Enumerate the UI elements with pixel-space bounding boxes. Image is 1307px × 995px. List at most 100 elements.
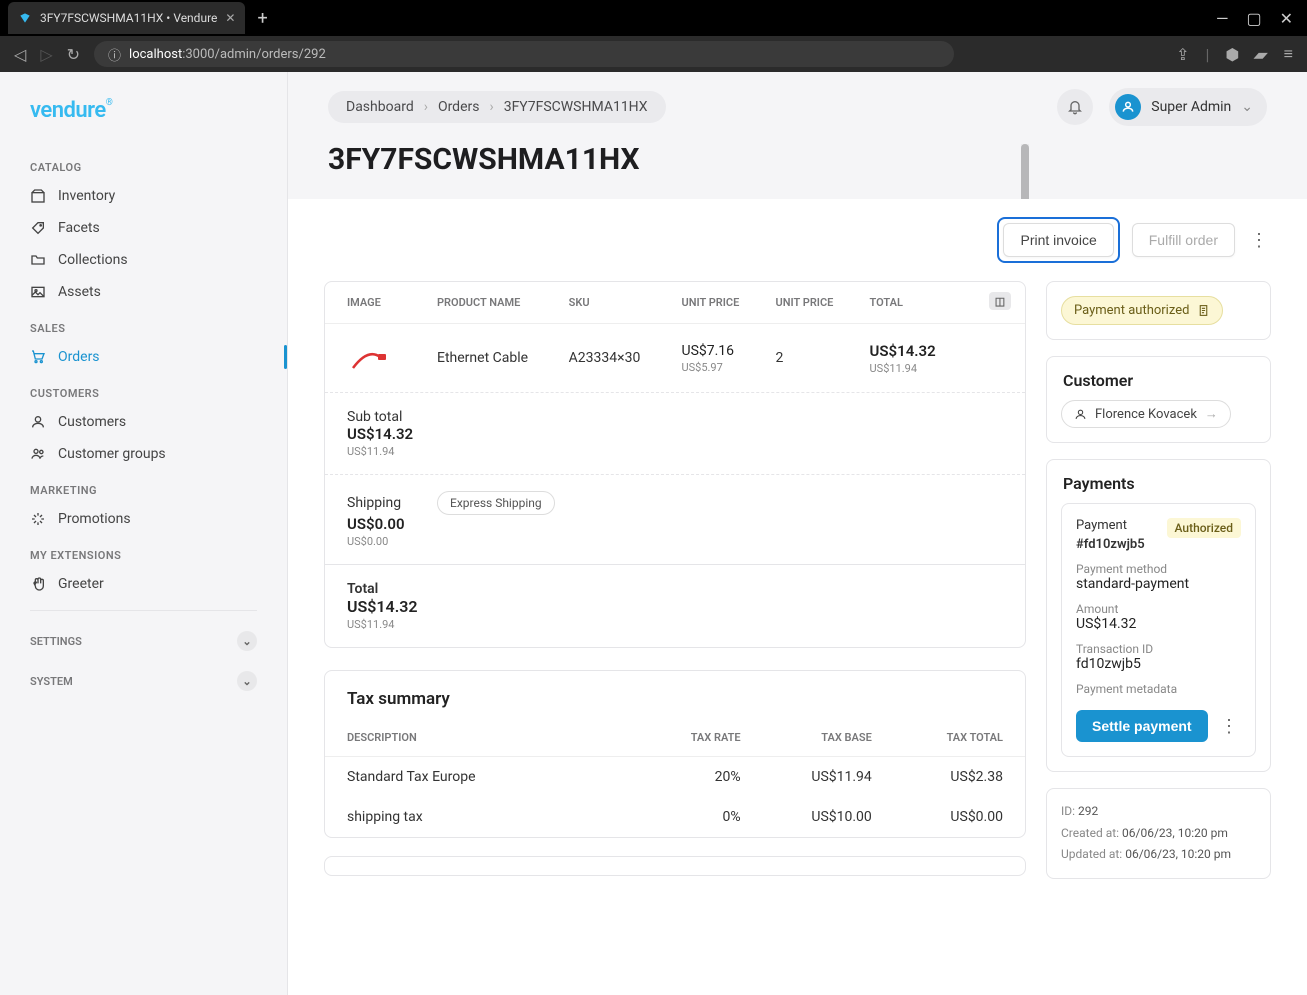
nav-reload-icon[interactable]: ↻ (67, 45, 80, 64)
sidebar-item-settings[interactable]: SETTINGS⌄ (0, 621, 287, 661)
th-image: IMAGE (347, 296, 437, 309)
sidebar-item-collections[interactable]: Collections (0, 244, 287, 276)
sidebar-item-orders[interactable]: Orders (0, 341, 287, 373)
order-id: 292 (1078, 804, 1098, 818)
shield-icon[interactable]: ⬢ (1225, 45, 1239, 64)
th-product: PRODUCT NAME (437, 296, 569, 309)
section-marketing: MARKETING (0, 470, 287, 503)
payment-item: Payment #fd10zwjb5 Authorized Payment me… (1061, 503, 1256, 757)
sidebar-item-assets[interactable]: Assets (0, 276, 287, 308)
sidebar-item-customer-groups[interactable]: Customer groups (0, 438, 287, 470)
extensions-icon[interactable]: ▰ (1252, 45, 1271, 64)
tab-close-icon[interactable]: ✕ (225, 11, 235, 25)
new-tab-button[interactable]: + (245, 8, 279, 29)
shipping-label: Shipping (347, 495, 437, 511)
notifications-button[interactable] (1057, 89, 1093, 125)
breadcrumb-orders[interactable]: Orders (438, 99, 480, 115)
tax-th-desc: DESCRIPTION (347, 731, 609, 744)
breadcrumb-current: 3FY7FSCWSHMA11HX (504, 99, 648, 115)
nav-back-icon[interactable]: ◁ (14, 45, 26, 64)
th-qty: UNIT PRICE (776, 296, 870, 309)
browser-tab[interactable]: 3FY7FSCWSHMA11HX • Vendure ✕ (8, 2, 245, 34)
payment-more-menu[interactable]: ⋮ (1217, 716, 1241, 737)
tax-row: Standard Tax Europe 20% US$11.94 US$2.38 (325, 757, 1025, 797)
line-total: US$14.32 (870, 342, 973, 360)
customer-title: Customer (1047, 357, 1270, 400)
sidebar-item-facets[interactable]: Facets (0, 212, 287, 244)
fulfill-order-button[interactable]: Fulfill order (1132, 223, 1235, 257)
window-minimize-icon[interactable]: — (1216, 9, 1229, 28)
user-icon (1074, 408, 1087, 421)
menu-icon[interactable]: ≡ (1284, 44, 1293, 64)
payment-status-badge: Authorized (1167, 518, 1241, 538)
url-host: localhost (129, 47, 182, 62)
payment-amount-label: Amount (1076, 602, 1241, 616)
share-icon[interactable]: ⇪ (1176, 45, 1189, 64)
receipt-icon (1197, 304, 1210, 317)
product-image (347, 340, 389, 376)
subtotal-amount: US$14.32 (347, 425, 437, 443)
subtotal-label: Sub total (347, 409, 776, 425)
page-title: 3FY7FSCWSHMA11HX (288, 138, 1307, 199)
settle-payment-button[interactable]: Settle payment (1076, 710, 1208, 742)
payment-id: #fd10zwjb5 (1076, 537, 1145, 552)
tax-th-base: TAX BASE (741, 731, 872, 744)
unit-price-net: US$5.97 (681, 361, 775, 374)
payment-txnid-label: Transaction ID (1076, 642, 1241, 656)
bell-icon (1067, 99, 1083, 115)
payment-txnid: fd10zwjb5 (1076, 656, 1241, 672)
customer-card: Customer Florence Kovacek → (1046, 356, 1271, 443)
sidebar-item-customers[interactable]: Customers (0, 406, 287, 438)
grand-total: US$14.32 (347, 597, 437, 616)
breadcrumb-dashboard[interactable]: Dashboard (346, 99, 414, 115)
folder-icon (30, 252, 46, 268)
cart-icon (30, 349, 46, 365)
chevron-down-icon: ⌄ (1241, 99, 1253, 115)
order-meta-card: ID: 292 Created at: 06/06/23, 10:20 pm U… (1046, 788, 1271, 879)
next-card-peek (324, 856, 1026, 876)
nav-forward-icon[interactable]: ▷ (40, 45, 52, 64)
line-total-net: US$11.94 (870, 362, 973, 375)
payment-label: Payment (1076, 518, 1145, 533)
order-line-row: Ethernet Cable A23334×30 US$7.16 US$5.97… (325, 324, 1025, 393)
order-status-card: Payment authorized (1046, 281, 1271, 340)
section-sales: SALES (0, 308, 287, 341)
site-info-icon[interactable]: ⓘ (108, 45, 121, 64)
order-created: 06/06/23, 10:20 pm (1122, 826, 1228, 840)
sparkle-icon (30, 511, 46, 527)
chevron-right-icon: › (489, 99, 493, 115)
arrow-right-icon: → (1205, 406, 1218, 422)
product-name[interactable]: Ethernet Cable (437, 350, 569, 366)
tab-title: 3FY7FSCWSHMA11HX • Vendure (40, 11, 217, 25)
sidebar-item-inventory[interactable]: Inventory (0, 180, 287, 212)
tax-th-rate: TAX RATE (609, 731, 740, 744)
subtotal-row: Sub total US$14.32 US$11.94 (325, 393, 1025, 475)
line-qty: 2 (776, 350, 870, 366)
tax-title: Tax summary (325, 671, 1025, 719)
sidebar-item-system[interactable]: SYSTEM⌄ (0, 661, 287, 701)
shipping-method-chip: Express Shipping (437, 491, 555, 515)
logo[interactable]: vendure® (0, 90, 287, 147)
order-lines-card: IMAGE PRODUCT NAME SKU UNIT PRICE UNIT P… (324, 281, 1026, 648)
url-input[interactable]: ⓘ localhost:3000/admin/orders/292 (94, 41, 954, 67)
user-menu[interactable]: Super Admin ⌄ (1109, 88, 1267, 126)
shipping-net: US$0.00 (347, 535, 437, 548)
subtotal-net: US$11.94 (347, 445, 437, 458)
window-close-icon[interactable]: ✕ (1280, 9, 1293, 28)
total-row: Total US$14.32 US$11.94 (325, 565, 1025, 647)
section-customers: CUSTOMERS (0, 373, 287, 406)
window-maximize-icon[interactable]: ▢ (1246, 9, 1261, 28)
chevron-down-icon: ⌄ (237, 631, 257, 651)
tab-favicon (18, 11, 32, 25)
sidebar: vendure® CATALOG Inventory Facets Collec… (0, 72, 288, 995)
payment-method-label: Payment method (1076, 562, 1241, 576)
customer-link[interactable]: Florence Kovacek → (1061, 400, 1231, 428)
print-invoice-button[interactable]: Print invoice (1003, 223, 1113, 257)
columns-toggle-button[interactable]: ◫ (989, 292, 1011, 310)
order-updated: 06/06/23, 10:20 pm (1125, 847, 1231, 861)
users-icon (30, 446, 46, 462)
order-more-menu[interactable]: ⋮ (1247, 230, 1271, 251)
sidebar-item-promotions[interactable]: Promotions (0, 503, 287, 535)
sidebar-item-greeter[interactable]: Greeter (0, 568, 287, 600)
chevron-right-icon: › (424, 99, 428, 115)
